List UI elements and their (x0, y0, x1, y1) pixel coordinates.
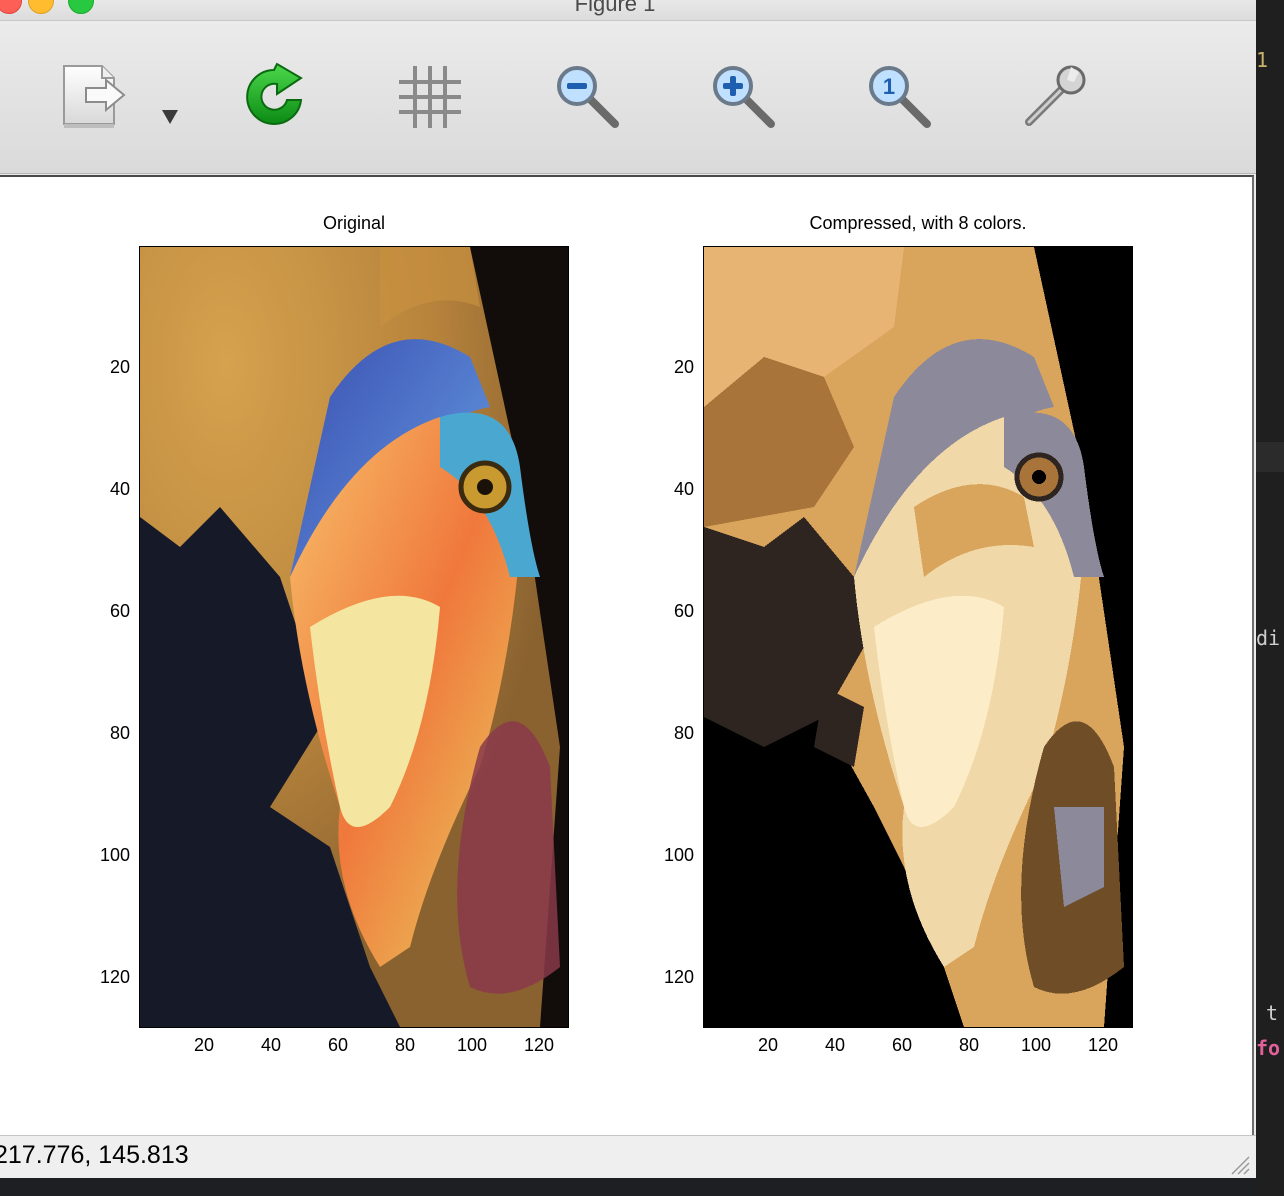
window-title: Figure 1 (574, 0, 656, 16)
figure-canvas[interactable]: Original 20 40 60 80 100 120 20 40 60 80… (0, 175, 1254, 1135)
y-tick-label: 80 (673, 723, 694, 743)
editor-line-number: 1 (1256, 48, 1269, 72)
editor-text-fragment: t (1266, 1001, 1279, 1025)
original-hornbill-photo (140, 247, 568, 1027)
y-tick-label: 80 (109, 723, 130, 743)
original-image (139, 246, 569, 1028)
editor-text-fragment: di (1256, 626, 1281, 650)
x-tick-label: 100 (1020, 1035, 1052, 1055)
zoom-original-icon: 1 (869, 66, 931, 128)
grid-icon (399, 66, 461, 128)
compressed-image (703, 246, 1133, 1028)
title-bar: Figure 1 (0, 0, 1256, 21)
settings-button[interactable] (1016, 61, 1092, 133)
figure-toolbar: 1 (0, 21, 1256, 174)
refresh-button[interactable] (236, 59, 312, 135)
zoom-in-button[interactable] (706, 61, 782, 133)
editor-keyword-fragment: fo (1256, 1036, 1281, 1060)
y-tick-label: 20 (109, 357, 130, 377)
figure-window: Figure 1 1 Original 20 40 60 80 100 120 … (0, 0, 1256, 1178)
grid-button[interactable] (392, 61, 468, 133)
triangle-down-icon (162, 110, 178, 124)
y-tick-label: 60 (673, 601, 694, 621)
y-tick-label: 120 (99, 967, 130, 987)
status-bar: 217.776, 145.813 (0, 1135, 1256, 1178)
resize-grip-icon[interactable] (1228, 1153, 1250, 1175)
right-axes-title: Compressed, with 8 colors. (809, 213, 1027, 233)
export-button[interactable] (56, 61, 136, 133)
x-tick-label: 100 (456, 1035, 488, 1055)
compressed-hornbill-photo (704, 247, 1132, 1027)
x-tick-label: 40 (260, 1035, 282, 1055)
y-tick-label: 40 (109, 479, 130, 499)
x-tick-label: 120 (1087, 1035, 1119, 1055)
export-dropdown-button[interactable] (156, 105, 184, 129)
x-tick-label: 60 (891, 1035, 913, 1055)
x-tick-label: 80 (958, 1035, 980, 1055)
x-tick-label: 20 (757, 1035, 779, 1055)
zoom-original-button[interactable]: 1 (862, 61, 938, 133)
y-tick-label: 20 (673, 357, 694, 377)
y-tick-label: 100 (99, 845, 130, 865)
left-axes-title: Original (322, 213, 386, 233)
x-tick-label: 40 (824, 1035, 846, 1055)
y-tick-label: 40 (673, 479, 694, 499)
x-tick-label: 60 (327, 1035, 349, 1055)
svg-text:1: 1 (883, 74, 895, 99)
export-document-icon (63, 65, 126, 128)
y-tick-label: 60 (109, 601, 130, 621)
green-refresh-icon (246, 62, 303, 125)
x-tick-label: 20 (193, 1035, 215, 1055)
code-editor-background: 1 di t fo (1256, 0, 1284, 1196)
x-tick-label: 120 (523, 1035, 555, 1055)
cursor-coordinates: 217.776, 145.813 (0, 1141, 189, 1169)
wrench-icon (1025, 65, 1086, 126)
zoom-out-icon (557, 66, 619, 128)
y-tick-label: 100 (663, 845, 694, 865)
zoom-in-icon (713, 66, 775, 128)
x-tick-label: 80 (394, 1035, 416, 1055)
zoom-out-button[interactable] (550, 61, 626, 133)
y-tick-label: 120 (663, 967, 694, 987)
editor-current-line-band (1256, 442, 1284, 472)
